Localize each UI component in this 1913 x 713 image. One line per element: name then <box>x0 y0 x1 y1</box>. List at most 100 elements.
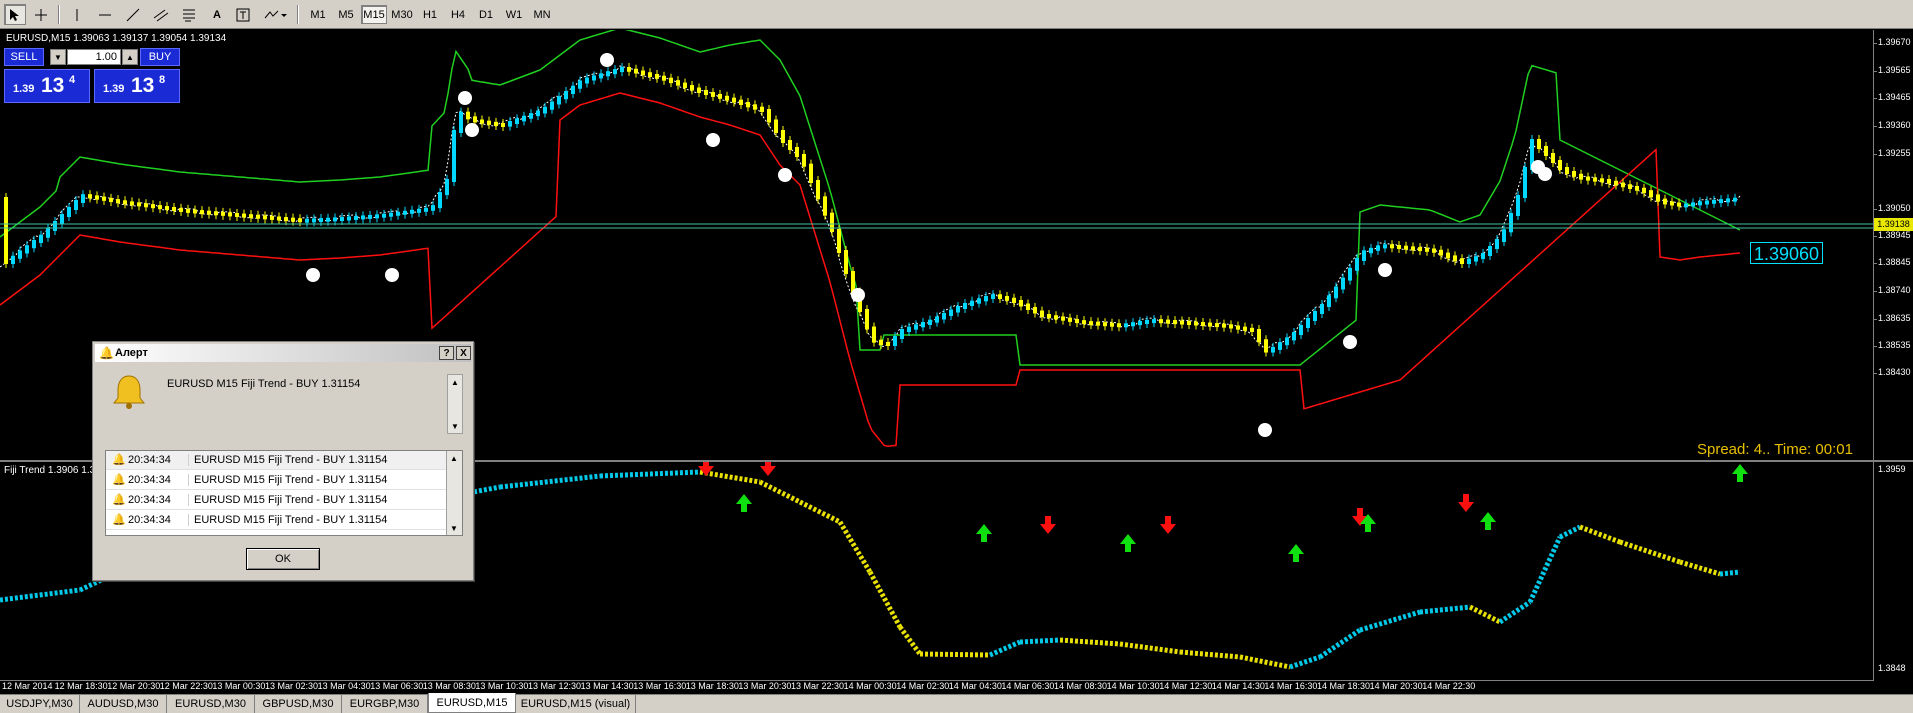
lot-up-icon[interactable]: ▲ <box>122 49 138 65</box>
candle-body <box>137 202 141 207</box>
tab-eurgbp-m30[interactable]: EURGBP,M30 <box>342 695 428 713</box>
tab-usdjpy-m30[interactable]: USDJPY,M30 <box>0 695 80 713</box>
lot-dropdown-icon[interactable]: ▼ <box>50 49 66 65</box>
candle-body <box>1502 229 1506 242</box>
time-tick-label: 13 Mar 08:30 <box>422 681 476 691</box>
candle-body <box>445 179 449 196</box>
candle-body <box>543 106 547 114</box>
tab-eurusd-m15[interactable]: EURUSD,M15 <box>428 693 516 713</box>
candle-body <box>739 99 743 105</box>
sell-button[interactable]: SELL <box>4 48 44 66</box>
timeframe-m15[interactable]: M15 <box>361 5 387 24</box>
message-scrollbar[interactable]: ▲ ▼ <box>447 374 463 434</box>
candle-body <box>1089 321 1093 326</box>
candle-body <box>494 121 498 126</box>
horizontal-line-icon[interactable] <box>94 4 116 25</box>
close-button[interactable]: X <box>456 346 471 360</box>
list-item[interactable]: 🔔 20:34:34 EURUSD M15 Fiji Trend - BUY 1… <box>106 471 446 490</box>
candle-body <box>1362 250 1366 261</box>
candle-body <box>837 229 841 253</box>
candle-body <box>431 205 435 211</box>
timeframe-d1[interactable]: D1 <box>473 5 499 24</box>
candle-body <box>172 207 176 211</box>
lot-size-input[interactable]: 1.00 <box>67 49 121 65</box>
time-tick-label: 14 Mar 00:30 <box>843 681 897 691</box>
trendline-icon[interactable] <box>122 4 144 25</box>
text-label-icon[interactable] <box>232 4 254 25</box>
candle-body <box>970 300 974 306</box>
list-scrollbar[interactable]: ▲ ▼ <box>446 451 462 535</box>
candle-body <box>781 130 785 143</box>
timeframe-m30[interactable]: M30 <box>389 5 415 24</box>
ask-price-button[interactable]: 1.39 13 8 <box>94 69 180 103</box>
time-tick-label: 14 Mar 02:30 <box>896 681 950 691</box>
arrows-icon[interactable] <box>260 4 290 25</box>
price-tick-label: 1.39465 <box>1878 92 1911 102</box>
help-button[interactable]: ? <box>439 346 454 360</box>
cursor-icon[interactable] <box>4 4 26 25</box>
candle-body <box>480 119 484 124</box>
text-icon[interactable]: A <box>206 4 228 25</box>
ask-prefix: 1.39 <box>103 83 125 95</box>
candle-body <box>991 294 995 299</box>
candle-body <box>823 196 827 216</box>
crosshair-icon[interactable] <box>30 4 52 25</box>
price-tick-label: 1.39565 <box>1878 65 1911 75</box>
candle-body <box>1348 267 1352 281</box>
candle-body <box>1054 315 1058 320</box>
candle-body <box>963 303 967 309</box>
candle-body <box>81 194 85 203</box>
alert-title-bar[interactable]: 🔔 Алерт ? X <box>95 344 471 362</box>
fibonacci-icon[interactable] <box>178 4 200 25</box>
candle-body <box>599 73 603 79</box>
buy-button[interactable]: BUY <box>140 48 180 66</box>
candle-body <box>984 296 988 302</box>
tab-gbpusd-m30[interactable]: GBPUSD,M30 <box>255 695 342 713</box>
alert-title: Алерт <box>115 347 148 359</box>
candle-body <box>25 245 29 254</box>
candle-body <box>1166 319 1170 324</box>
list-item[interactable]: 🔔 20:34:34 EURUSD M15 Fiji Trend - BUY 1… <box>106 511 446 530</box>
vertical-line-icon[interactable] <box>66 4 88 25</box>
ok-button[interactable]: OK <box>246 548 320 570</box>
candle-body <box>1495 239 1499 249</box>
time-tick-label: 13 Mar 02:30 <box>265 681 319 691</box>
time-tick-label: 14 Mar 12:30 <box>1159 681 1213 691</box>
candle-body <box>284 217 288 222</box>
candle-body <box>956 306 960 313</box>
channel-icon[interactable] <box>150 4 172 25</box>
timeframe-h4[interactable]: H4 <box>445 5 471 24</box>
fiji-trend-segment <box>1019 637 1061 645</box>
scroll-up-icon[interactable]: ▲ <box>448 375 462 389</box>
candle-body <box>1565 167 1569 174</box>
bell-icon: 🔔 <box>112 514 126 526</box>
timeframe-mn[interactable]: MN <box>529 5 555 24</box>
timeframe-m1[interactable]: M1 <box>305 5 331 24</box>
price-tick-label: 1.38845 <box>1878 257 1911 267</box>
candle-body <box>1698 201 1702 206</box>
candle-body <box>354 215 358 220</box>
candle-body <box>1719 199 1723 204</box>
candle-body <box>200 210 204 215</box>
bid-price-button[interactable]: 1.39 13 4 <box>4 69 90 103</box>
list-item[interactable]: 🔔 20:34:34 EURUSD M15 Fiji Trend - BUY 1… <box>106 451 446 470</box>
list-item[interactable]: 🔔 20:34:34 EURUSD M15 Fiji Trend - BUY 1… <box>106 491 446 510</box>
scroll-down-icon[interactable]: ▼ <box>448 419 462 433</box>
candle-body <box>676 80 680 86</box>
candle-body <box>557 96 561 105</box>
chart-tabs: USDJPY,M30 AUDUSD,M30 EURUSD,M30 GBPUSD,… <box>0 693 1913 713</box>
tab-eurusd-m15-visual[interactable]: EURUSD,M15 (visual) <box>516 695 636 713</box>
tab-eurusd-m30[interactable]: EURUSD,M30 <box>167 695 255 713</box>
tab-audusd-m30[interactable]: AUDUSD,M30 <box>80 695 167 713</box>
candle-body <box>1264 339 1268 353</box>
spread-time-label: Spread: 4.. Time: 00:01 <box>1697 441 1853 458</box>
timeframe-m5[interactable]: M5 <box>333 5 359 24</box>
timeframe-h1[interactable]: H1 <box>417 5 443 24</box>
fiji-trend-segment <box>1498 599 1532 625</box>
timeframe-w1[interactable]: W1 <box>501 5 527 24</box>
candle-body <box>1068 317 1072 322</box>
scroll-down-icon[interactable]: ▼ <box>447 521 461 535</box>
candle-body <box>1432 248 1436 253</box>
candle-body <box>1418 247 1422 252</box>
scroll-up-icon[interactable]: ▲ <box>447 451 461 465</box>
